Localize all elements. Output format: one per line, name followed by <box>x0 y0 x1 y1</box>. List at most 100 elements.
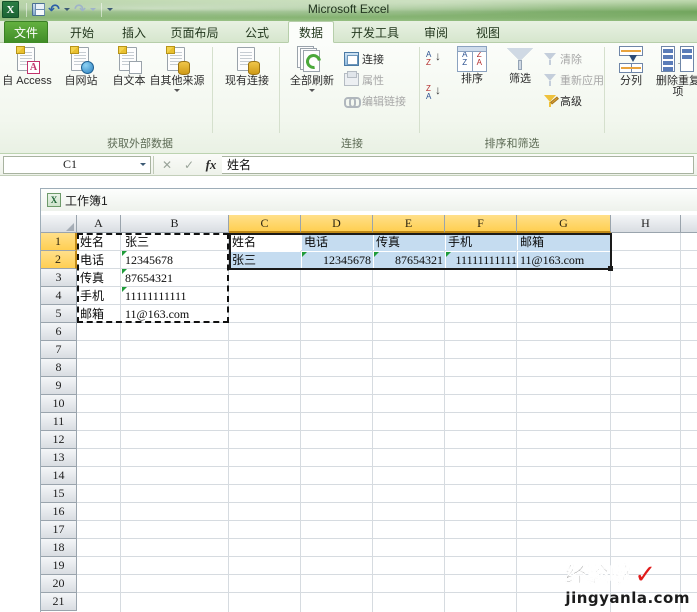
column-header-A[interactable]: A <box>77 215 121 233</box>
btn-from-access[interactable]: A 自 Access <box>2 46 52 87</box>
workspace-left-gutter <box>0 176 40 612</box>
cell-B3-text: 87654321 <box>125 271 173 285</box>
cell-A4[interactable]: 手机 <box>78 288 121 305</box>
row-header-8[interactable]: 8 <box>41 359 77 377</box>
row-header-9[interactable]: 9 <box>41 377 77 395</box>
cell-D1[interactable]: 电话 <box>302 234 373 251</box>
sort-descending-icon[interactable]: Z A ↓ <box>426 84 443 102</box>
tab-view[interactable]: 视图 <box>467 21 509 43</box>
cell-E1[interactable]: 传真 <box>374 234 445 251</box>
row-header-2[interactable]: 2 <box>41 251 77 269</box>
row-header-5[interactable]: 5 <box>41 305 77 323</box>
other-sources-dropdown-icon[interactable] <box>174 89 180 92</box>
properties-icon <box>344 71 359 86</box>
tab-file[interactable]: 文件 <box>4 21 48 43</box>
btn-properties: 属性 <box>344 70 384 89</box>
cell-A5[interactable]: 邮箱 <box>78 306 121 323</box>
cell-A3[interactable]: 传真 <box>78 270 121 287</box>
cell-A1[interactable]: 姓名 <box>78 234 121 251</box>
row-header-13[interactable]: 13 <box>41 449 77 467</box>
name-box[interactable]: C1 <box>3 155 151 174</box>
row-header-10[interactable]: 10 <box>41 395 77 413</box>
btn-existing-connections[interactable]: 现有连接 <box>216 46 278 87</box>
cell-G1[interactable]: 邮箱 <box>518 234 611 251</box>
row-header-19[interactable]: 19 <box>41 557 77 575</box>
column-header-F[interactable]: F <box>445 215 517 233</box>
tab-formulas[interactable]: 公式 <box>236 21 278 43</box>
tab-home[interactable]: 开始 <box>61 21 103 43</box>
cell-F1[interactable]: 手机 <box>446 234 517 251</box>
cell-B3[interactable]: 87654321 <box>122 269 228 287</box>
row-header-4[interactable]: 4 <box>41 287 77 305</box>
column-header-E[interactable]: E <box>373 215 445 233</box>
btn-advanced-filter[interactable]: 高级 <box>544 91 582 110</box>
refresh-all-dropdown-icon[interactable] <box>309 89 315 92</box>
ribbon-group-sort-filter: A Z ↓ Z A ↓ AZ ZA 排序 筛选 清除 重新应用 高级 排序和筛选 <box>422 43 604 153</box>
cell-B2-text: 12345678 <box>125 253 173 267</box>
btn-remove-duplicates[interactable]: → 删除重复项 <box>655 46 697 98</box>
row-header-3[interactable]: 3 <box>41 269 77 287</box>
cell-C2[interactable]: 张三 <box>230 252 301 269</box>
btn-filter[interactable]: 筛选 <box>498 46 542 85</box>
row-header-1[interactable]: 1 <box>41 233 77 251</box>
title-bar: X ↶ ↷ Microsoft Excel <box>0 0 697 21</box>
cell-B4[interactable]: 11111111111 <box>122 287 228 305</box>
tab-page-layout[interactable]: 页面布局 <box>163 21 226 43</box>
text-import-icon <box>116 46 142 74</box>
btn-from-other-sources[interactable]: 自其他来源 <box>146 46 208 92</box>
workbook-title: 工作簿1 <box>65 193 108 208</box>
btn-sort[interactable]: AZ ZA 排序 <box>450 46 494 85</box>
insert-function-icon[interactable]: fx <box>200 156 222 174</box>
tab-developer[interactable]: 开发工具 <box>344 21 406 43</box>
row-header-11[interactable]: 11 <box>41 413 77 431</box>
row-header-21[interactable]: 21 <box>41 593 77 611</box>
cell-D2[interactable]: 12345678 <box>302 252 373 269</box>
existing-connections-icon <box>234 46 260 75</box>
text-to-columns-icon <box>616 46 646 74</box>
btn-clear-filter: 清除 <box>544 49 582 68</box>
cell-G2[interactable]: 11@163.com <box>518 252 611 269</box>
column-header-partial[interactable] <box>681 215 697 233</box>
worksheet-grid[interactable]: A B C D E F G H 1 2 3 4 5 6 7 8 9 10 11 … <box>41 215 697 612</box>
cell-B5[interactable]: 11@163.com <box>123 306 228 323</box>
cell-F2[interactable]: 11111111111 <box>446 252 517 269</box>
cell-E2[interactable]: 87654321 <box>374 252 445 269</box>
row-header-15[interactable]: 15 <box>41 485 77 503</box>
tab-review[interactable]: 审阅 <box>415 21 457 43</box>
advanced-filter-icon <box>544 94 559 107</box>
formula-input[interactable]: 姓名 <box>222 155 694 174</box>
group-label-sort-filter: 排序和筛选 <box>484 138 540 150</box>
btn-text-to-columns[interactable]: 分列 <box>611 46 651 87</box>
column-header-H[interactable]: H <box>611 215 681 233</box>
select-all-button[interactable] <box>41 215 77 233</box>
column-header-D[interactable]: D <box>301 215 373 233</box>
row-header-16[interactable]: 16 <box>41 503 77 521</box>
remove-duplicates-icon: → <box>661 46 695 74</box>
row-header-14[interactable]: 14 <box>41 467 77 485</box>
btn-connections[interactable]: 连接 <box>344 49 384 68</box>
column-header-B[interactable]: B <box>121 215 229 233</box>
row-header-17[interactable]: 17 <box>41 521 77 539</box>
reapply-filter-icon <box>544 73 557 86</box>
cell-D2-text: 12345678 <box>323 253 371 267</box>
tab-insert[interactable]: 插入 <box>113 21 155 43</box>
column-header-G[interactable]: G <box>517 215 611 233</box>
cell-C1[interactable]: 姓名 <box>230 234 301 251</box>
btn-refresh-all[interactable]: 全部刷新 <box>284 46 340 92</box>
comment-marker-icon <box>122 269 127 274</box>
row-header-7[interactable]: 7 <box>41 341 77 359</box>
sort-ascending-icon[interactable]: A Z ↓ <box>426 50 443 68</box>
name-box-dropdown-icon[interactable] <box>136 163 150 166</box>
cell-A2[interactable]: 电话 <box>78 252 121 269</box>
row-header-6[interactable]: 6 <box>41 323 77 341</box>
other-sources-icon <box>164 46 190 75</box>
cell-E2-text: 87654321 <box>395 253 443 267</box>
row-header-12[interactable]: 12 <box>41 431 77 449</box>
column-header-C[interactable]: C <box>229 215 301 233</box>
cell-B1[interactable]: 张三 <box>123 234 228 251</box>
cell-B2[interactable]: 12345678 <box>122 251 228 269</box>
btn-from-web[interactable]: 自网站 <box>56 46 106 87</box>
row-header-20[interactable]: 20 <box>41 575 77 593</box>
row-header-18[interactable]: 18 <box>41 539 77 557</box>
tab-data[interactable]: 数据 <box>288 21 334 43</box>
